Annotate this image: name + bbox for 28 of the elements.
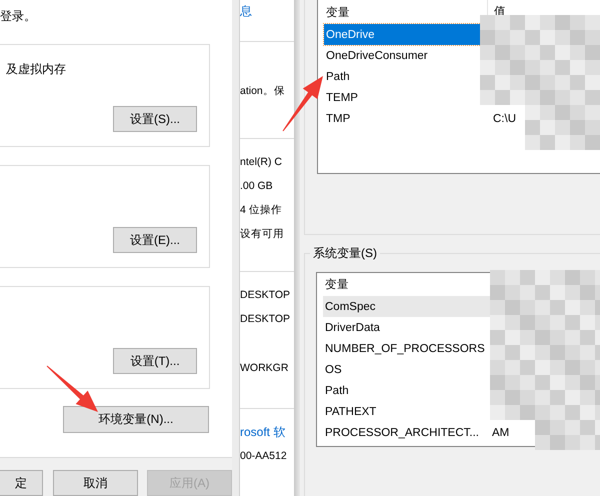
- info-text: ntel(R) C: [240, 155, 284, 169]
- dialog-button[interactable]: 定: [0, 470, 43, 496]
- info-text: WORKGR: [240, 361, 290, 375]
- info-link[interactable]: rosoft 软: [240, 425, 294, 439]
- info-link[interactable]: 息: [240, 4, 294, 18]
- column-header[interactable]: 变量: [323, 277, 486, 292]
- info-text: 4 位操作: [240, 203, 283, 217]
- group-label: 系统变量(S): [312, 245, 378, 262]
- environment-variables-button[interactable]: 环境变量(N)...: [63, 406, 209, 433]
- info-text: ation。保: [240, 84, 286, 98]
- group-description: 及虚拟内存: [6, 61, 66, 78]
- column-header[interactable]: 变量: [324, 4, 487, 20]
- intro-text: 登录。: [0, 8, 37, 24]
- variable-row[interactable]: TMP C:\U: [324, 108, 600, 129]
- settings-button[interactable]: 设置(E)...: [113, 227, 197, 253]
- info-text: DESKTOP: [240, 312, 291, 326]
- info-text: .00 GB: [240, 179, 274, 193]
- variable-row[interactable]: OneDriveConsumer: [324, 45, 600, 66]
- info-text: DESKTOP: [240, 288, 291, 302]
- settings-button[interactable]: 设置(T)...: [113, 348, 197, 374]
- info-text: 设有可用: [240, 227, 285, 241]
- variable-row[interactable]: TEMP: [324, 87, 600, 108]
- dialog-button[interactable]: 取消: [53, 470, 138, 496]
- settings-button[interactable]: 设置(S)...: [113, 106, 197, 132]
- annotation-arrow: [46, 366, 98, 412]
- variable-row[interactable]: Path: [324, 66, 600, 87]
- annotation-arrow: [282, 76, 323, 132]
- info-text: 00-AA512: [240, 449, 288, 463]
